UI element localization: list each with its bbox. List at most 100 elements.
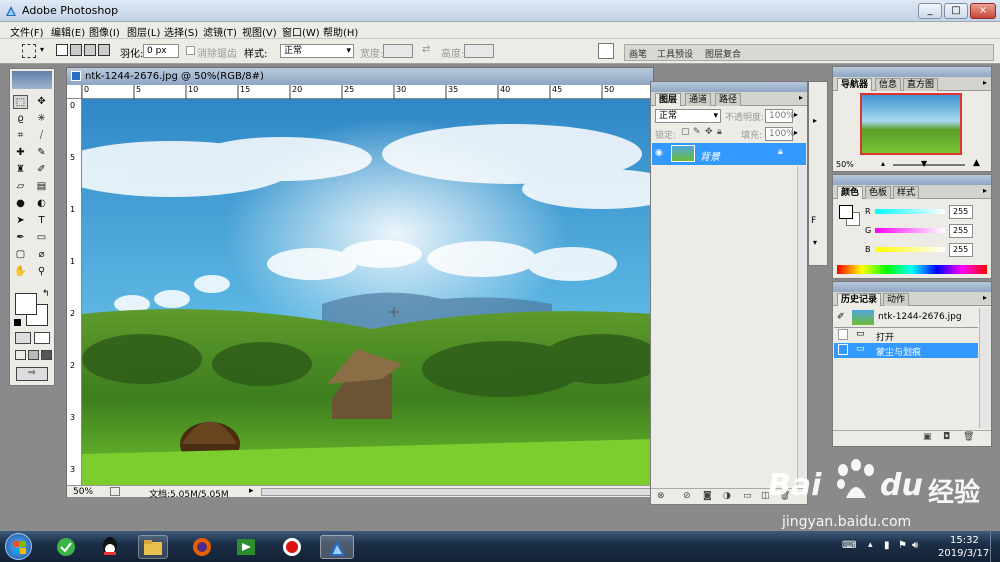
status-menu-arrow-icon[interactable]: ▸ <box>249 486 254 496</box>
width-input[interactable] <box>383 44 413 58</box>
navigator-slider-thumb[interactable]: ▼ <box>921 159 927 168</box>
panel-menu-icon[interactable]: ▸ <box>983 186 987 195</box>
lock-transparency-icon[interactable]: ▢ <box>681 127 690 137</box>
taskbar-qq-icon[interactable] <box>96 535 124 559</box>
navigator-zoom-readout[interactable]: 50% <box>836 160 854 169</box>
notes-tool-icon[interactable]: ▢ <box>13 248 28 262</box>
tray-expand-icon[interactable]: ▴ <box>868 540 873 550</box>
layer-style-icon[interactable]: ⊘ <box>683 491 691 501</box>
new-snapshot-icon[interactable]: ◘ <box>943 432 950 442</box>
ruler-origin[interactable] <box>67 85 82 99</box>
tab-swatches[interactable]: 色板 <box>865 186 892 199</box>
zoom-in-icon[interactable]: ▲ <box>973 158 980 168</box>
swap-colors-icon[interactable]: ↰ <box>42 289 50 299</box>
trash-icon[interactable]: 🗑︎ <box>963 432 974 442</box>
eraser-tool-icon[interactable]: ▱ <box>13 180 28 194</box>
clock-time[interactable]: 15:32 <box>950 535 979 546</box>
lock-position-icon[interactable]: ✥ <box>705 127 713 137</box>
lock-all-icon[interactable]: 🔒︎ <box>717 127 722 137</box>
fill-slider-arrow-icon[interactable]: ▸ <box>794 128 798 137</box>
dodge-tool-icon[interactable]: ◐ <box>34 197 49 211</box>
history-titlebar[interactable] <box>833 282 991 292</box>
palette-well-layer-comps-tab[interactable]: 图层复合 <box>705 47 741 60</box>
new-selection-icon[interactable] <box>56 44 68 56</box>
menu-image[interactable]: 图像(I) <box>89 24 120 39</box>
new-document-from-state-icon[interactable]: ▣ <box>923 432 932 442</box>
start-button[interactable] <box>5 533 32 560</box>
eye-icon[interactable]: ◉ <box>655 148 663 158</box>
screen-mode-full-icon[interactable] <box>41 350 52 360</box>
history-item-dust-scratches[interactable]: ▭ 蒙尘与划痕 <box>834 343 978 358</box>
history-source-box[interactable] <box>838 329 848 340</box>
opacity-input[interactable]: 100% <box>765 109 795 123</box>
crop-tool-icon[interactable]: ⌗ <box>13 129 28 143</box>
taskbar-record-icon[interactable] <box>278 535 306 559</box>
color-fg-swatch[interactable] <box>839 205 853 219</box>
type-tool-icon[interactable]: T <box>34 214 49 228</box>
intersect-selection-icon[interactable] <box>98 44 110 56</box>
menu-select[interactable]: 选择(S) <box>164 24 198 39</box>
lock-pixels-icon[interactable]: ✎ <box>693 127 701 137</box>
zoom-tool-icon[interactable]: ⚲ <box>34 265 49 279</box>
g-slider[interactable] <box>875 228 945 233</box>
tray-device-icon[interactable]: ▮ <box>884 540 890 551</box>
jump-to-imageready-icon[interactable]: ⇨ <box>16 367 48 381</box>
quick-mask-mode-icon[interactable] <box>34 332 50 344</box>
zoom-out-icon[interactable]: ▴ <box>881 159 885 168</box>
link-layers-icon[interactable]: ⊗ <box>657 491 665 501</box>
style-select[interactable]: 正常 ▾ <box>280 44 354 58</box>
screen-mode-standard-icon[interactable] <box>15 350 26 360</box>
lasso-tool-icon[interactable]: ϱ <box>13 112 28 126</box>
adjustment-layer-icon[interactable]: ◑ <box>723 491 731 501</box>
panel-menu-icon[interactable]: ▸ <box>799 93 803 102</box>
menu-help[interactable]: 帮助(H) <box>323 24 358 39</box>
history-brush-tool-icon[interactable]: ✐ <box>34 163 49 177</box>
show-desktop-button[interactable] <box>990 531 1000 562</box>
menu-window[interactable]: 窗口(W) <box>282 24 320 39</box>
taskbar-green-app-icon[interactable] <box>52 535 80 559</box>
clock-date[interactable]: 2019/3/17 <box>938 548 989 559</box>
menu-filter[interactable]: 滤镜(T) <box>203 24 237 39</box>
gradient-tool-icon[interactable]: ▤ <box>34 180 49 194</box>
history-brush-source-icon[interactable]: ✐ <box>837 312 845 322</box>
screen-mode-full-menu-icon[interactable] <box>28 350 39 360</box>
slice-tool-icon[interactable]: ⧸ <box>34 129 49 143</box>
tab-navigator[interactable]: 导航器 <box>837 78 873 91</box>
add-selection-icon[interactable] <box>70 44 82 56</box>
toolbox-header[interactable] <box>12 71 52 89</box>
taskbar-photoshop-icon[interactable] <box>320 535 354 559</box>
tab-paths[interactable]: 路径 <box>715 93 742 106</box>
history-snapshot-row[interactable]: ✐ ntk-1244-2676.jpg <box>834 308 978 328</box>
standard-mode-icon[interactable] <box>15 332 31 344</box>
layers-scrollbar[interactable] <box>797 166 807 486</box>
history-item-open[interactable]: ▭ 打开 <box>834 328 978 343</box>
color-ramp[interactable] <box>837 265 987 274</box>
chevron-down-icon[interactable]: ▾ <box>813 238 817 247</box>
r-slider[interactable] <box>875 209 945 214</box>
chevron-down-icon[interactable]: ▾ <box>40 45 44 54</box>
layer-row-background[interactable]: ◉ 背景 🔒︎ <box>652 143 806 165</box>
history-scrollbar[interactable] <box>979 308 991 428</box>
brush-tool-icon[interactable]: ✎ <box>34 146 49 160</box>
foreground-color-swatch[interactable] <box>15 293 37 315</box>
tab-color[interactable]: 颜色 <box>837 186 864 199</box>
b-slider[interactable] <box>875 247 945 252</box>
menu-view[interactable]: 视图(V) <box>242 24 277 39</box>
new-group-icon[interactable]: ▭ <box>743 491 752 501</box>
color-titlebar[interactable] <box>833 175 991 185</box>
navigator-titlebar[interactable] <box>833 67 991 77</box>
menu-edit[interactable]: 编辑(E) <box>51 24 85 39</box>
clone-stamp-tool-icon[interactable]: ♜ <box>13 163 28 177</box>
antialias-checkbox[interactable] <box>186 46 195 55</box>
default-colors-icon[interactable] <box>14 319 21 326</box>
blur-tool-icon[interactable]: ● <box>13 197 28 211</box>
hand-tool-icon[interactable]: ✋ <box>13 265 28 279</box>
horizontal-scrollbar[interactable] <box>261 488 651 496</box>
status-page-icon[interactable] <box>110 487 120 496</box>
menu-layer[interactable]: 图层(L) <box>127 24 160 39</box>
image-canvas[interactable] <box>82 99 653 485</box>
minimize-button[interactable]: _ <box>918 3 942 19</box>
close-button[interactable]: × <box>970 3 996 19</box>
palette-well-brush-tab[interactable]: 画笔 <box>629 47 647 60</box>
tray-volume-icon[interactable]: 🔊︎ <box>912 540 918 551</box>
